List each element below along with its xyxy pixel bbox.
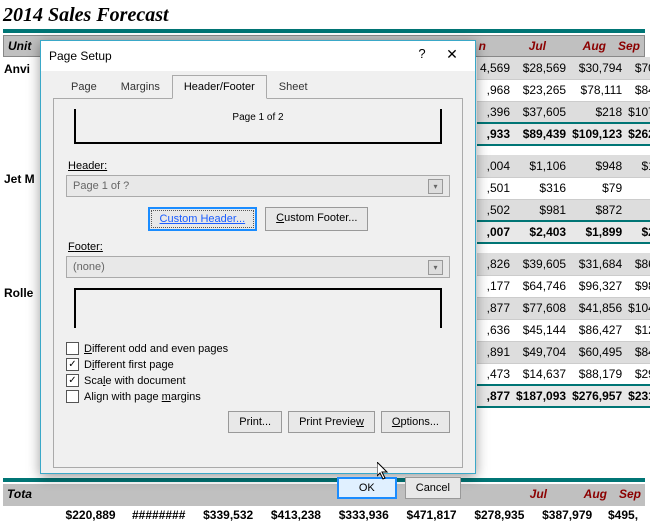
row-label: Rolle [4,286,33,300]
totals-values: $220,889 ######## $339,532 $413,238 $333… [3,508,645,522]
check-diff-first[interactable]: ✓Different first page [66,358,450,371]
dialog-titlebar: Page Setup ? ✕ [41,41,475,71]
chevron-down-icon[interactable]: ▾ [428,179,443,194]
custom-header-button[interactable]: Custom Header... [148,207,258,231]
tab-sheet[interactable]: Sheet [267,75,320,99]
dialog-title: Page Setup [49,49,407,63]
page-title: 2014 Sales Forecast [3,4,169,27]
tab-page[interactable]: Page [59,75,109,99]
check-scale-doc[interactable]: ✓Scale with document [66,374,450,387]
page-setup-dialog: Page Setup ? ✕ Page Margins Header/Foote… [40,40,476,474]
footer-combo[interactable]: (none) ▾ [66,256,450,278]
print-button[interactable]: Print... [228,411,282,433]
check-align-margins[interactable]: Align with page margins [66,390,450,403]
divider [3,29,645,33]
row-label: Jet M [4,172,35,186]
tab-header-footer[interactable]: Header/Footer [172,75,267,99]
tab-margins[interactable]: Margins [109,75,172,99]
row-label: Anvi [4,62,30,76]
options-button[interactable]: Options... [381,411,450,433]
help-icon[interactable]: ? [407,46,437,66]
header-label: Header: [68,160,107,172]
mouse-cursor-icon [377,462,391,482]
custom-footer-button[interactable]: Custom Footer... [265,207,368,231]
close-icon[interactable]: ✕ [437,46,467,66]
tab-strip: Page Margins Header/Footer Sheet [59,75,475,99]
tab-body: Page 1 of 2 Header: Page 1 of ? ▾ Custom… [53,98,463,468]
print-preview-button[interactable]: Print Preview [288,411,375,433]
header-preview: Page 1 of 2 [74,109,442,144]
check-diff-odd-even[interactable]: Different odd and even pages [66,342,450,355]
header-combo[interactable]: Page 1 of ? ▾ [66,175,450,197]
cancel-button[interactable]: Cancel [405,477,461,499]
data-grid: 4,569$28,569$30,794$70, ,968$23,265$78,1… [477,57,650,408]
footer-label: Footer: [68,241,103,253]
footer-preview [74,288,442,328]
chevron-down-icon[interactable]: ▾ [428,260,443,275]
